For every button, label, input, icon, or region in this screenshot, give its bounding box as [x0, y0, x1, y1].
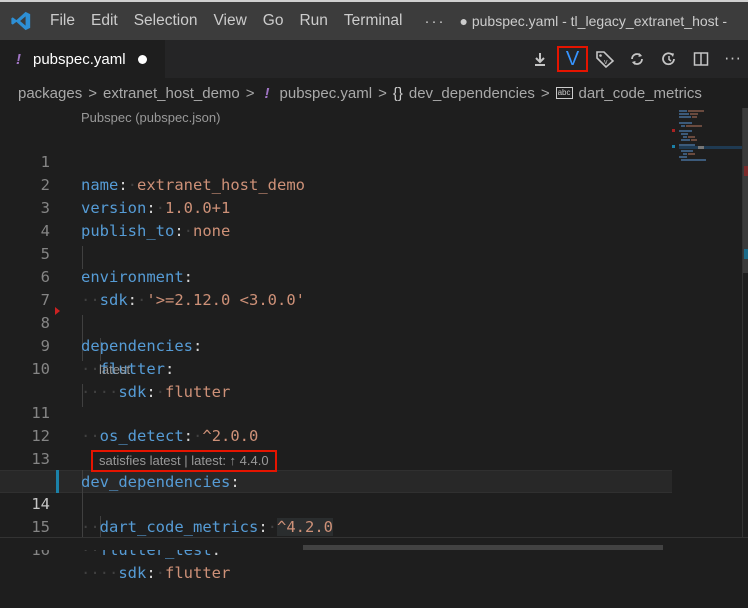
- breadcrumb-separator: >: [378, 84, 387, 102]
- history-icon[interactable]: [654, 46, 684, 72]
- minimap-line: [679, 122, 692, 124]
- breadcrumb-separator: >: [88, 84, 97, 102]
- more-actions-icon[interactable]: ···: [718, 46, 748, 72]
- string-abc-icon: abc: [555, 87, 573, 99]
- unsaved-dot-icon[interactable]: [137, 54, 147, 64]
- code-line: 9 ··flutter:: [0, 312, 672, 378]
- scrollbar-modified-marker: [744, 249, 748, 259]
- breadcrumb-separator: >: [245, 84, 255, 102]
- minimap-line: [679, 113, 689, 115]
- breadcrumb: packages > extranet_host_demo > ! pubspe…: [0, 78, 748, 108]
- minimap-line: [679, 110, 687, 112]
- svg-text:v: v: [604, 59, 608, 66]
- code-line: 12: [0, 402, 672, 445]
- menu-terminal[interactable]: Terminal: [344, 12, 403, 30]
- yaml-key: sdk: [118, 564, 147, 582]
- vertical-scrollbar[interactable]: [742, 108, 748, 544]
- code-line: 8 dependencies:: [0, 289, 672, 355]
- vscode-logo-icon: [8, 8, 34, 34]
- horizontal-scrollbar[interactable]: [0, 537, 748, 550]
- code-line: 7: [0, 266, 672, 309]
- menu-file[interactable]: File: [50, 12, 75, 30]
- tag-icon[interactable]: v: [590, 46, 620, 72]
- tab-label: pubspec.yaml: [33, 50, 126, 68]
- minimap-line: [683, 153, 687, 155]
- breadcrumb-packages[interactable]: packages: [18, 85, 82, 102]
- breadcrumb-pubspec-yaml[interactable]: pubspec.yaml: [280, 85, 373, 102]
- code-line: 10 ····sdk:·flutter: [0, 335, 672, 401]
- code-line: 3 publish_to:·none: [0, 174, 672, 240]
- breadcrumb-dev-dependencies[interactable]: dev_dependencies: [409, 85, 535, 102]
- code-line: 16 ····sdk:·flutter: [0, 516, 672, 582]
- minimap-line: [691, 139, 697, 141]
- line-number: 10: [31, 360, 50, 378]
- tab-pubspec-yaml[interactable]: ! pubspec.yaml: [0, 40, 165, 78]
- schema-codelens[interactable]: Pubspec (pubspec.json): [81, 108, 220, 128]
- minimap-line: [681, 125, 685, 127]
- minimap-modified-marker: [672, 145, 675, 148]
- minimap-current-line: [679, 146, 742, 149]
- download-icon[interactable]: [525, 46, 555, 72]
- code-line: 5 environment:: [0, 220, 672, 286]
- code-line: 2 version:·1.0.0+1: [0, 151, 672, 217]
- minimap-line: [681, 139, 690, 141]
- minimap-line: [679, 116, 691, 118]
- code-editor[interactable]: Pubspec (pubspec.json) 1 name:·extranet_…: [0, 108, 748, 582]
- minimap-line: [683, 136, 687, 138]
- scrollbar-deleted-marker: [744, 166, 748, 176]
- minimap-line: [690, 113, 698, 115]
- minimap-line: [679, 156, 687, 158]
- minimap-line: [688, 136, 695, 138]
- minimap-line: [698, 146, 704, 149]
- minimap-line: [681, 159, 706, 161]
- menu-selection[interactable]: Selection: [134, 12, 198, 30]
- minimap-line: [681, 133, 688, 135]
- code-line: 15 ··flutter_test:: [0, 493, 672, 559]
- version-codelens[interactable]: latest: [99, 360, 130, 380]
- menu-edit[interactable]: Edit: [91, 12, 118, 30]
- yaml-value: flutter: [165, 564, 231, 582]
- horizontal-scroll-thumb[interactable]: [303, 545, 663, 550]
- version-lens-icon[interactable]: V: [557, 46, 588, 72]
- code-line-active: 14 ··dart_code_metrics:·^4.2.0: [0, 470, 672, 536]
- minimap-line: [692, 116, 697, 118]
- minimap-line: [688, 110, 704, 112]
- minimap-line: [688, 153, 695, 155]
- breadcrumb-extranet-host-demo[interactable]: extranet_host_demo: [103, 85, 240, 102]
- code-line: 4: [0, 197, 672, 240]
- breadcrumb-dart-code-metrics[interactable]: dart_code_metrics: [579, 85, 702, 102]
- version-codelens-dart-code-metrics[interactable]: satisfies latest | latest: ↑ 4.4.0: [91, 450, 277, 472]
- line-number: 13: [31, 450, 50, 468]
- menu-go[interactable]: Go: [263, 12, 284, 30]
- code-line: 1 name:·extranet_host_demo: [0, 128, 672, 194]
- minimap-line: [686, 125, 702, 127]
- refresh-icon[interactable]: [622, 46, 652, 72]
- menu-more-icon[interactable]: ···: [425, 13, 446, 30]
- minimap-line: [679, 130, 692, 132]
- menu-run[interactable]: Run: [299, 12, 327, 30]
- editor-actions: V v ···: [523, 40, 748, 78]
- code-line: 13 dev_dependencies:: [0, 425, 672, 491]
- title-bar: File Edit Selection View Go Run Terminal…: [0, 0, 748, 40]
- object-braces-icon: {}: [392, 84, 403, 102]
- minimap[interactable]: [672, 108, 742, 544]
- split-editor-icon[interactable]: [686, 46, 716, 72]
- window-title: ● pubspec.yaml - tl_legacy_extranet_host…: [459, 13, 728, 29]
- code-line: 11 ··os_detect:·^2.0.0: [0, 379, 672, 445]
- menu-view[interactable]: View: [213, 12, 246, 30]
- minimap-deleted-marker: [672, 129, 675, 132]
- minimap-line: [681, 150, 693, 152]
- yaml-file-icon: !: [264, 84, 270, 102]
- code-line: 6 ··sdk:·'>=2.12.0 <3.0.0': [0, 243, 672, 309]
- yaml-file-icon: !: [16, 50, 21, 68]
- breadcrumb-separator: >: [540, 84, 550, 102]
